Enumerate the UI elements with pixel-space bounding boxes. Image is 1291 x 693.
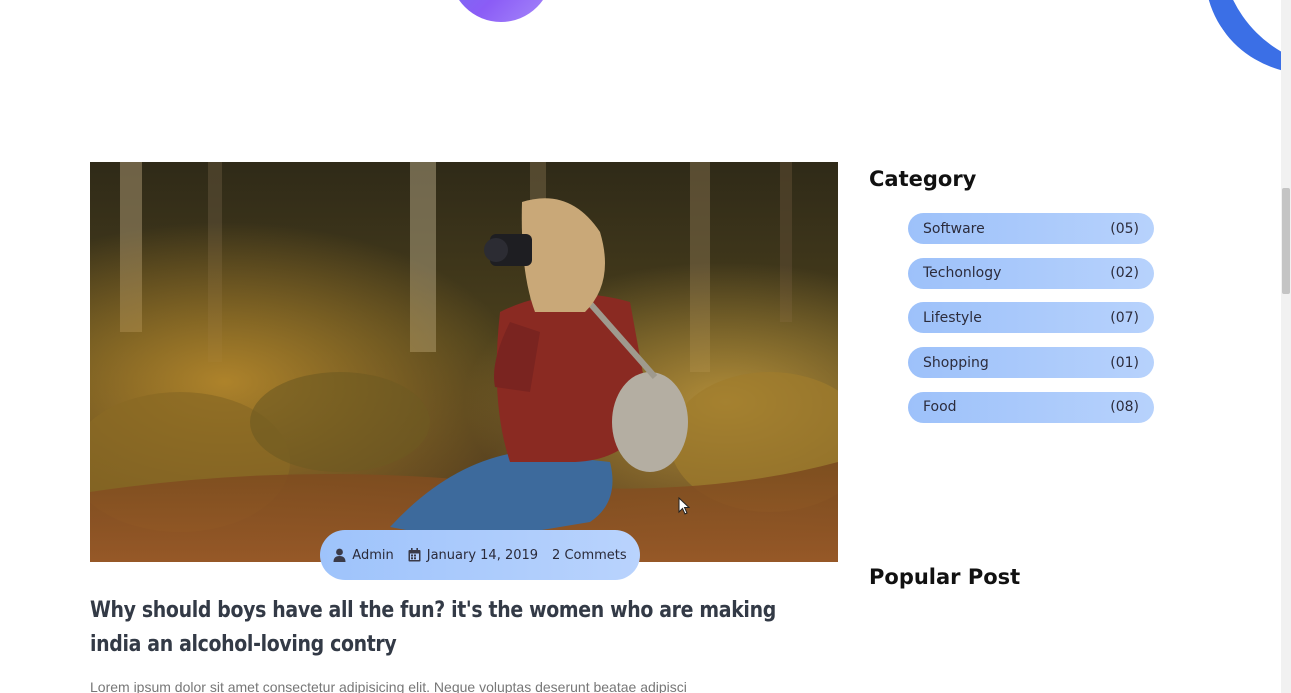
author-name: Admin (352, 547, 394, 563)
meta-comments[interactable]: 2 Commets (552, 548, 627, 563)
category-item-techonlogy[interactable]: Techonlogy (02) (908, 257, 1154, 289)
category-label: Techonlogy (923, 265, 1002, 282)
category-heading: Category (869, 167, 977, 191)
category-count: (05) (1110, 220, 1139, 237)
category-item-lifestyle[interactable]: Lifestyle (07) (908, 302, 1154, 334)
category-count: (02) (1110, 265, 1139, 282)
article-featured-image[interactable] (90, 162, 838, 562)
decorative-corner-arc (1161, 0, 1281, 80)
category-label: Shopping (923, 354, 989, 371)
category-count: (07) (1110, 309, 1139, 326)
article-excerpt: Lorem ipsum dolor sit amet consectetur a… (90, 679, 687, 693)
user-icon (333, 548, 346, 562)
article-title[interactable]: Why should boys have all the fun? it's t… (90, 594, 804, 662)
category-label: Software (923, 220, 985, 237)
category-item-food[interactable]: Food (08) (908, 391, 1154, 423)
decorative-gradient-circle (450, 0, 552, 22)
calendar-icon (408, 548, 421, 562)
popular-post-heading: Popular Post (869, 565, 1021, 589)
category-list: Software (05) Techonlogy (02) Lifestyle … (908, 213, 1154, 436)
category-count: (01) (1110, 354, 1139, 371)
meta-author[interactable]: Admin (333, 547, 394, 563)
category-count: (08) (1110, 399, 1139, 416)
post-date: January 14, 2019 (426, 547, 539, 563)
blog-page: Admin January 14, 2019 2 Commets Why sho… (0, 0, 1291, 693)
mouse-pointer-icon (678, 496, 691, 520)
category-item-software[interactable]: Software (05) (908, 213, 1154, 244)
category-item-shopping[interactable]: Shopping (01) (908, 347, 1154, 379)
page-scrollbar[interactable] (1281, 0, 1291, 693)
meta-date[interactable]: January 14, 2019 (408, 548, 538, 563)
scrollbar-thumb[interactable] (1282, 188, 1290, 294)
article-meta-bar: Admin January 14, 2019 2 Commets (320, 530, 640, 580)
comment-count: 2 Commets (552, 547, 627, 563)
category-label: Food (923, 399, 957, 416)
category-label: Lifestyle (923, 309, 982, 326)
